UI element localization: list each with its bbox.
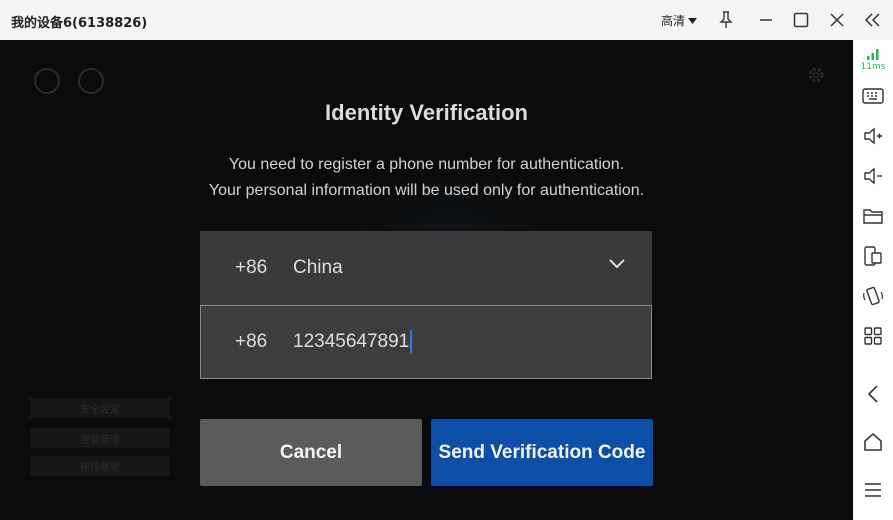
rotate-icon[interactable] [861, 284, 885, 308]
chevron-down-icon [609, 259, 625, 269]
screenshot-icon[interactable] [861, 244, 885, 268]
volume-down-icon[interactable] [861, 164, 885, 188]
phone-value: 12345647891 [293, 331, 410, 353]
bg-menu-item-security: 安全設定 [30, 398, 170, 418]
bg-menu-item-delete: 刪除帳號 [30, 456, 170, 476]
maximize-icon[interactable] [789, 8, 813, 32]
collapse-panel-icon[interactable] [861, 8, 885, 32]
minimize-icon[interactable] [754, 8, 778, 32]
device-screen[interactable]: 安全設定 連號管理 刪除帳號 Identity Verification You… [0, 40, 853, 520]
caret-down-icon [688, 17, 698, 24]
phone-code: +86 [235, 331, 268, 352]
send-verification-code-button[interactable]: Send Verification Code [431, 419, 653, 486]
ping-readout: 11ms [860, 62, 886, 72]
country-name: China [293, 257, 343, 278]
side-toolbar: 11ms [853, 40, 893, 520]
apps-grid-icon[interactable] [861, 324, 885, 348]
text-cursor [410, 330, 413, 354]
quality-dropdown[interactable]: 高清 [661, 12, 698, 29]
menu-icon[interactable] [861, 478, 885, 502]
home-icon[interactable] [861, 430, 885, 454]
volume-up-icon[interactable] [861, 124, 885, 148]
pin-icon[interactable] [714, 8, 738, 32]
window-titlebar: 我的设备6(6138826) 高清 [0, 0, 893, 40]
cancel-button[interactable]: Cancel [200, 419, 422, 486]
phone-number-input[interactable]: +86 12345647891 [200, 305, 652, 379]
dialog-title: Identity Verification [325, 100, 528, 125]
window-title: 我的设备6(6138826) [11, 16, 148, 31]
dialog-description-line2: Your personal information will be used o… [208, 182, 645, 199]
folder-icon[interactable] [861, 204, 885, 228]
close-icon[interactable] [825, 8, 849, 32]
engine-logo-icon [34, 68, 60, 94]
country-code: +86 [235, 257, 268, 278]
back-icon[interactable] [861, 382, 885, 406]
phone-value-wrap: 12345647891 [293, 330, 413, 354]
settings-gear-icon [806, 65, 826, 85]
dialog-description-line1: You need to register a phone number for … [228, 156, 625, 173]
studio-logo-icon [78, 68, 104, 94]
quality-label: 高清 [661, 14, 686, 28]
country-select[interactable]: +86 China [200, 231, 652, 305]
bg-menu-item-accounts: 連號管理 [30, 428, 170, 448]
keyboard-icon[interactable] [861, 84, 885, 108]
